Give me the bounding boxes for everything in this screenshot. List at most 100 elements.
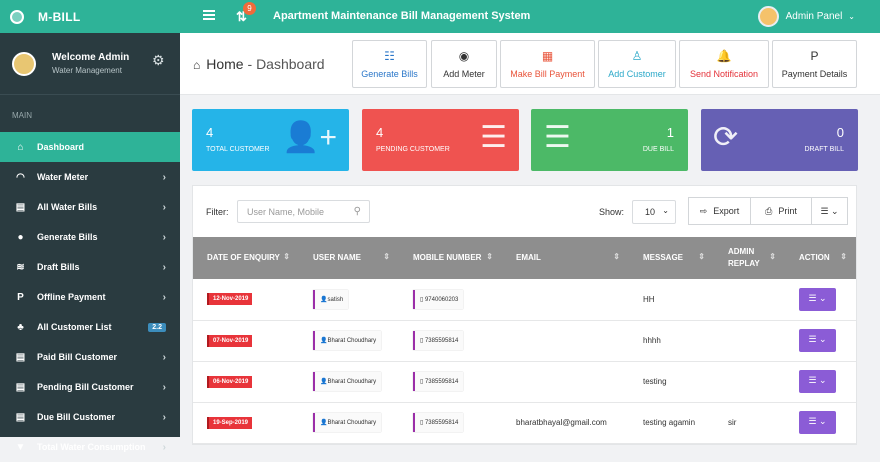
mobile-number: ▯ 9740060203 bbox=[413, 289, 464, 309]
make-bill-payment-button[interactable]: ▦ Make Bill Payment bbox=[500, 40, 595, 88]
page-size-select[interactable]: 10 ⌄ bbox=[632, 200, 676, 224]
column-header-user-name[interactable]: USER NAME ⇕ bbox=[299, 237, 399, 279]
export-icon: ⇨ bbox=[699, 206, 708, 216]
show-label: Show: bbox=[599, 207, 625, 217]
message: hhhh bbox=[629, 320, 714, 362]
layers-icon: ≋ bbox=[16, 261, 25, 273]
sidebar-item-draft-bills[interactable]: ≋ Draft Bills › bbox=[0, 252, 180, 282]
profile-sub: Water Management bbox=[52, 66, 122, 75]
sidebar-item-water-meter[interactable]: ◠ Water Meter › bbox=[0, 162, 180, 192]
table-row: 07-Nov-2019 👤Bharat Choudhary ▯ 73855958… bbox=[193, 320, 856, 362]
stat-card-due-bill[interactable]: 1 DUE BILL ☰ bbox=[531, 109, 688, 171]
stat-label: DUE BILL bbox=[642, 146, 674, 153]
table-row: 12-Nov-2019 👤satish ▯ 9740060203 HH ☰ ⌄ bbox=[193, 279, 856, 321]
mobile-number: ▯ 7385595814 bbox=[413, 331, 464, 350]
logo-icon bbox=[10, 9, 24, 24]
admin-reply bbox=[714, 279, 785, 321]
gear-icon[interactable]: ⚙ bbox=[152, 52, 165, 69]
sidebar: Welcome Admin Water Management ⚙ MAIN ⌂ D… bbox=[0, 33, 180, 453]
breadcrumb: ⌂ Home - Dashboard bbox=[193, 56, 325, 72]
enquiry-panel: Filter: User Name, Mobile ⚲ Show: 10 ⌄ ⇨… bbox=[192, 185, 857, 445]
admin-reply bbox=[714, 320, 785, 362]
add-customer-button[interactable]: ♙ Add Customer bbox=[598, 40, 676, 88]
user-name: 👤Bharat Choudhary bbox=[313, 413, 382, 432]
toolbar-icon: ☷ bbox=[384, 49, 395, 63]
sidebar-item-offline-payment[interactable]: P Offline Payment › bbox=[0, 282, 180, 312]
action-menu-button[interactable]: ☰ ⌄ bbox=[799, 370, 836, 393]
columns-toggle-button[interactable]: ☰ ⌄ bbox=[811, 197, 848, 225]
menu-toggle-icon[interactable] bbox=[203, 10, 215, 20]
print-button[interactable]: ⎙ Print bbox=[750, 197, 812, 225]
action-menu-button[interactable]: ☰ ⌄ bbox=[799, 329, 836, 352]
sidebar-item-label: Pending Bill Customer bbox=[37, 382, 134, 392]
brand-logo[interactable]: M-BILL bbox=[0, 0, 180, 33]
sidebar-item-label: Offline Payment bbox=[37, 292, 106, 302]
column-header-email[interactable]: EMAIL ⇕ bbox=[502, 237, 629, 279]
generate-bills-button[interactable]: ☷ Generate Bills bbox=[352, 40, 427, 88]
column-header-message[interactable]: MESSAGE ⇕ bbox=[629, 237, 714, 279]
sidebar-item-label: Draft Bills bbox=[37, 262, 80, 272]
sidebar-item-label: Total Water Consumption bbox=[37, 442, 146, 452]
sort-icon: ⇕ bbox=[383, 252, 390, 261]
message: testing bbox=[629, 361, 714, 403]
column-header-mobile-number[interactable]: MOBILE NUMBER ⇕ bbox=[399, 237, 502, 279]
admin-panel-menu[interactable]: Admin Panel ⌄ bbox=[757, 6, 855, 27]
send-notification-button[interactable]: 🔔 Send Notification bbox=[679, 40, 769, 88]
sort-icon: ⇕ bbox=[840, 252, 847, 261]
toolbar-icon: 🔔 bbox=[716, 49, 732, 63]
download-icon: ⟳ bbox=[713, 121, 739, 154]
mobile-number: ▯ 7385595814 bbox=[413, 413, 464, 432]
column-header-date-of-enquiry[interactable]: DATE OF ENQUIRY ⇕ bbox=[193, 237, 299, 279]
sort-icon: ⇕ bbox=[698, 252, 705, 261]
column-header-admin-replay[interactable]: ADMIN REPLAY ⇕ bbox=[714, 237, 785, 279]
breadcrumb-home[interactable]: Home bbox=[206, 56, 243, 72]
stat-card-pending-customer[interactable]: 4 PENDING CUSTOMER ☰ bbox=[362, 109, 519, 171]
user-name: 👤satish bbox=[313, 289, 349, 309]
column-header-action[interactable]: ACTION ⇕ bbox=[785, 237, 856, 279]
sort-icon: ⇕ bbox=[486, 252, 493, 261]
stat-card-total-customer[interactable]: 4 TOTAL CUSTOMER 👤+ bbox=[192, 109, 349, 171]
admin-reply bbox=[714, 361, 785, 403]
action-menu-button[interactable]: ☰ ⌄ bbox=[799, 411, 836, 434]
stat-cards: 4 TOTAL CUSTOMER 👤+ 4 PENDING CUSTOMER ☰ 1… bbox=[192, 109, 858, 171]
sidebar-item-label: Paid Bill Customer bbox=[37, 352, 118, 362]
stat-card-draft-bill[interactable]: 0 DRAFT BILL ⟳ bbox=[701, 109, 858, 171]
user-name: 👤Bharat Choudhary bbox=[313, 372, 382, 391]
toolbar-icon: ♙ bbox=[631, 49, 643, 63]
export-button[interactable]: ⇨ Export bbox=[688, 197, 751, 225]
payment-details-button[interactable]: P Payment Details bbox=[772, 40, 857, 88]
home-icon: ⌂ bbox=[17, 141, 24, 153]
sidebar-item-label: All Customer List bbox=[37, 322, 112, 332]
stat-value: 4 bbox=[376, 125, 384, 140]
stat-label: DRAFT BILL bbox=[804, 146, 844, 153]
filter-icon: ▼ bbox=[15, 441, 26, 453]
sidebar-item-all-water-bills[interactable]: ▤ All Water Bills › bbox=[0, 192, 180, 222]
sidebar-item-generate-bills[interactable]: ● Generate Bills › bbox=[0, 222, 180, 252]
sidebar-item-due-bill-customer[interactable]: ▤ Due Bill Customer › bbox=[0, 402, 180, 432]
sidebar-item-pending-bill-customer[interactable]: ▤ Pending Bill Customer › bbox=[0, 372, 180, 402]
brand-name: M-BILL bbox=[38, 9, 81, 24]
top-bar: M-BILL ⇅ 9 Apartment Maintenance Bill Ma… bbox=[0, 0, 880, 33]
filter-label: Filter: bbox=[206, 207, 229, 217]
sort-icon: ⇕ bbox=[613, 252, 620, 261]
date-badge: 19-Sep-2019 bbox=[207, 416, 253, 429]
sort-icon: ⇕ bbox=[769, 252, 776, 261]
sidebar-section-main: MAIN bbox=[12, 111, 32, 120]
chevron-right-icon: › bbox=[162, 411, 166, 423]
date-badge: 12-Nov-2019 bbox=[207, 293, 253, 306]
users-icon: ♣ bbox=[17, 321, 24, 333]
chevron-down-icon: ⌄ bbox=[662, 206, 669, 215]
search-input[interactable]: User Name, Mobile ⚲ bbox=[237, 200, 370, 223]
home-icon[interactable]: ⌂ bbox=[193, 58, 200, 72]
gauge-icon: ◠ bbox=[16, 171, 25, 183]
enquiry-table: DATE OF ENQUIRY ⇕ USER NAME ⇕ MOBILE NUMBER ⇕… bbox=[193, 237, 856, 444]
notification-badge: 9 bbox=[243, 2, 256, 15]
sidebar-item-all-customer-list[interactable]: ♣ All Customer List 2.2 bbox=[0, 312, 180, 342]
add-user-icon: 👤+ bbox=[282, 121, 337, 154]
add-meter-button[interactable]: ◉ Add Meter bbox=[431, 40, 497, 88]
action-menu-button[interactable]: ☰ ⌄ bbox=[799, 287, 836, 311]
stat-value: 0 bbox=[836, 125, 844, 140]
sidebar-item-dashboard[interactable]: ⌂ Dashboard bbox=[0, 132, 180, 162]
chevron-right-icon: › bbox=[162, 231, 166, 243]
sidebar-item-paid-bill-customer[interactable]: ▤ Paid Bill Customer › bbox=[0, 342, 180, 372]
